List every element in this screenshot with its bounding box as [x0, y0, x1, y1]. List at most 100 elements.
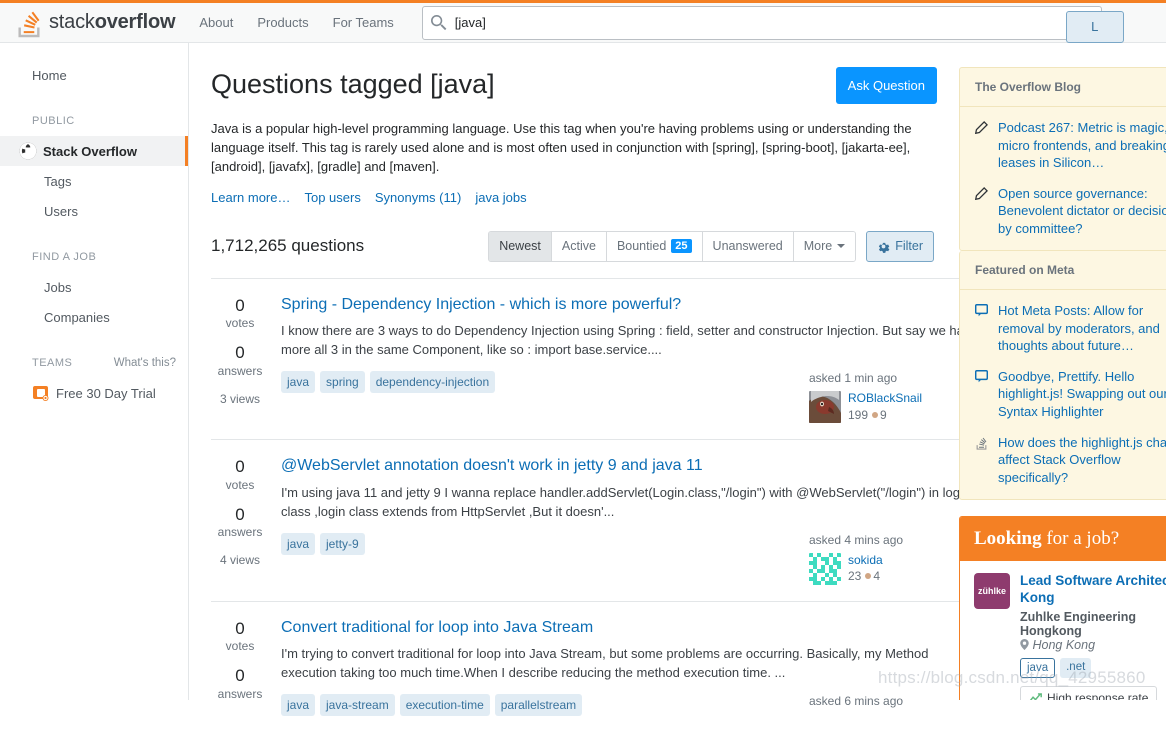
job-item[interactable]: zühlke Lead Software Architect Kong Zuhl…: [974, 573, 1166, 700]
tag-chip[interactable]: jetty-9: [320, 532, 365, 555]
question-footer: java jetty-9 asked 4 mins ago sokida 23 …: [281, 532, 943, 585]
avatar-image: [809, 391, 841, 424]
blog-post-title: Podcast 267: Metric is magic, micro fron…: [998, 120, 1166, 171]
tag-chip[interactable]: dependency-injection: [369, 371, 496, 394]
sidebar-item-label: Tags: [44, 173, 72, 189]
tab-more[interactable]: More: [793, 231, 856, 261]
nav-link-for-teams[interactable]: For Teams: [321, 3, 406, 43]
question-count: 1,712,265 questions: [211, 236, 365, 256]
question-meta: asked 4 mins ago sokida 23 4: [793, 533, 943, 585]
bronze-badge-icon: [872, 411, 879, 418]
bronze-badge-count: 9: [880, 407, 887, 422]
question-title-link[interactable]: Convert traditional for loop into Java S…: [281, 618, 593, 639]
teams-icon: [33, 386, 49, 401]
tag-chip[interactable]: execution-time: [399, 694, 490, 717]
globe-icon: [19, 142, 37, 160]
question-row: 0 votes 0 answers 3 views Spring - Depen…: [211, 277, 978, 439]
sidebar-item-label: Users: [44, 203, 78, 219]
answer-count: 0: [235, 666, 245, 686]
bronze-badge-icon: [865, 573, 872, 580]
sidebar-item-free-trial[interactable]: Free 30 Day Trial: [0, 378, 188, 408]
nav-link-about[interactable]: About: [187, 3, 245, 43]
whats-this-link[interactable]: What's this?: [114, 357, 176, 369]
avatar[interactable]: [809, 391, 841, 424]
search-input[interactable]: [java]: [421, 5, 1102, 40]
meta-post-item[interactable]: Goodbye, Prettify. Hello highlight.js! S…: [975, 368, 1166, 421]
blog-post-item[interactable]: Podcast 267: Metric is magic, micro fron…: [974, 119, 1166, 172]
ask-question-button[interactable]: Ask Question: [835, 67, 937, 104]
filter-button[interactable]: Filter: [866, 230, 934, 262]
question-title-link[interactable]: Spring - Dependency Injection - which is…: [281, 295, 681, 316]
search-container: [java] L: [421, 5, 1124, 43]
meta-post-title: How does the highlight.js change affect …: [998, 434, 1166, 485]
chevron-down-icon: [837, 244, 846, 249]
question-meta: asked 1 min ago ROBlackSnail 199 9: [793, 371, 943, 424]
question-excerpt: I'm using java 11 and jetty 9 I wanna re…: [281, 484, 971, 519]
tab-unanswered[interactable]: Unanswered: [702, 231, 794, 261]
tab-active[interactable]: Active: [551, 231, 607, 261]
question-footer: java java-stream execution-time parallel…: [281, 694, 943, 717]
jobs-heading-bold: Looking: [974, 528, 1042, 550]
job-perk-badge: High response rate: [1020, 685, 1158, 700]
search-input-value: [java]: [454, 15, 486, 30]
link-learn-more[interactable]: Learn more…: [211, 190, 290, 205]
answer-label: answers: [217, 364, 263, 378]
link-top-users[interactable]: Top users: [304, 190, 360, 205]
answer-label: answers: [217, 525, 263, 540]
link-synonyms[interactable]: Synonyms (11): [375, 190, 461, 205]
featured-on-meta-module: Featured on Meta Hot Meta Posts: Allow f…: [959, 251, 1166, 501]
bounty-count-badge: 25: [671, 239, 692, 254]
sidebar-item-tags[interactable]: Tags: [0, 166, 188, 196]
sidebar-item-home[interactable]: Home: [0, 60, 188, 90]
link-java-jobs[interactable]: java jobs: [475, 190, 526, 205]
top-navigation-bar: stackoverflow About Products For Teams […: [0, 0, 1166, 43]
search-icon: [430, 14, 447, 30]
author-name[interactable]: sokida: [848, 553, 883, 567]
nav-link-products[interactable]: Products: [245, 3, 320, 43]
vote-count: 0: [235, 295, 245, 315]
sidebar-item-stack-overflow[interactable]: Stack Overflow: [0, 136, 188, 166]
author-reputation: 199 9: [848, 408, 922, 422]
answer-count: 0: [235, 343, 245, 363]
blog-post-item[interactable]: Open source governance: Benevolent dicta…: [974, 185, 1166, 238]
tag-chip[interactable]: java: [281, 371, 316, 394]
asked-time: asked 1 min ago: [809, 371, 898, 386]
answer-stat: 0 answers: [211, 505, 269, 540]
tag-chip[interactable]: java-stream: [320, 694, 395, 717]
question-row: 0 votes 0 answers 4 views @WebServlet an…: [211, 439, 970, 600]
tab-newest[interactable]: Newest: [489, 231, 552, 261]
overflow-blog-module: The Overflow Blog Podcast 267: Metric is…: [959, 67, 1166, 252]
job-tag-chip[interactable]: java: [1020, 657, 1056, 678]
sidebar-heading-find-a-job: FIND A JOB: [0, 242, 188, 272]
stackoverflow-logo-link[interactable]: stackoverflow: [0, 3, 187, 43]
tab-label: Unanswered: [712, 239, 783, 254]
job-title[interactable]: Lead Software Architect Kong: [1020, 573, 1166, 607]
location-pin-icon: [1020, 638, 1029, 650]
blog-post-title: Open source governance: Benevolent dicta…: [998, 185, 1166, 236]
stackoverflow-icon: [975, 434, 990, 487]
module-heading: Featured on Meta: [960, 251, 1166, 291]
tab-label: Newest: [499, 239, 541, 254]
job-tags: java .net: [1020, 657, 1166, 678]
meta-post-item[interactable]: Hot Meta Posts: Allow for removal by mod…: [975, 302, 1166, 355]
question-title-link[interactable]: @WebServlet annotation doesn't work in j…: [281, 456, 703, 477]
sidebar-item-users[interactable]: Users: [0, 196, 188, 226]
meta-post-item[interactable]: How does the highlight.js change affect …: [975, 434, 1166, 487]
tag-chip[interactable]: spring: [320, 371, 365, 394]
sidebar-item-jobs[interactable]: Jobs: [0, 272, 188, 302]
author-reputation: 23 4: [848, 569, 883, 583]
vote-count: 0: [235, 618, 245, 638]
tag-chip[interactable]: java: [281, 694, 316, 717]
author-info: sokida 23 4: [848, 553, 883, 583]
tag-chip[interactable]: java: [281, 532, 316, 555]
question-tags: java jetty-9: [281, 532, 365, 555]
sidebar-item-companies[interactable]: Companies: [0, 302, 188, 332]
speech-bubble-icon: [975, 368, 990, 421]
login-button[interactable]: L: [1065, 10, 1124, 43]
sidebar-item-label: Stack Overflow: [43, 143, 137, 159]
job-tag-chip[interactable]: .net: [1060, 657, 1092, 678]
tab-bountied[interactable]: Bountied 25: [606, 231, 703, 261]
author-name[interactable]: ROBlackSnail: [848, 391, 922, 405]
avatar[interactable]: [809, 552, 841, 585]
tag-chip[interactable]: parallelstream: [494, 694, 583, 717]
